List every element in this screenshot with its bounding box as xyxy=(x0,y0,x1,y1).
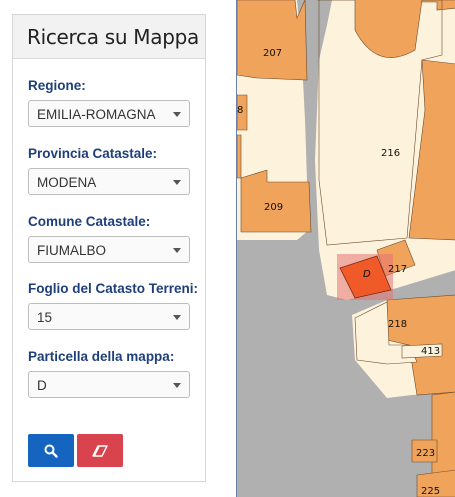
parcel-label-223: 223 xyxy=(416,448,435,459)
chevron-down-icon xyxy=(173,383,181,388)
parcel-label-216: 216 xyxy=(381,148,400,159)
cadastral-map[interactable]: 207 8 216 209 217 218 413 223 225 D xyxy=(236,0,455,497)
parcel-label-217: 217 xyxy=(388,264,407,275)
parcel-label-225: 225 xyxy=(421,486,440,497)
regione-select[interactable]: EMILIA-ROMAGNA xyxy=(28,100,190,127)
parcel-207-shape xyxy=(237,0,308,81)
parcel-label-207: 207 xyxy=(263,48,282,59)
foglio-value: 15 xyxy=(37,310,53,325)
regione-label: Regione: xyxy=(28,78,86,93)
panel-title: Ricerca su Mappa xyxy=(27,25,199,49)
search-icon xyxy=(44,444,58,458)
search-panel: Ricerca su Mappa Regione: EMILIA-ROMAGNA… xyxy=(12,14,206,482)
comune-value: FIUMALBO xyxy=(37,243,107,258)
parcel-label-209: 209 xyxy=(264,202,283,213)
comune-select[interactable]: FIUMALBO xyxy=(28,236,190,263)
particella-label: Particella della mappa: xyxy=(28,349,175,364)
parcel-label-413: 413 xyxy=(421,346,440,357)
chevron-down-icon xyxy=(173,248,181,253)
comune-label: Comune Catastale: xyxy=(28,214,151,229)
provincia-label: Provincia Catastale: xyxy=(28,146,158,161)
chevron-down-icon xyxy=(173,315,181,320)
clear-button[interactable] xyxy=(77,434,123,467)
provincia-value: MODENA xyxy=(37,175,97,190)
parcel-label-218: 218 xyxy=(388,319,407,330)
particella-select[interactable]: D xyxy=(28,371,190,398)
regione-value: EMILIA-ROMAGNA xyxy=(37,107,156,122)
parcel-label-8: 8 xyxy=(237,105,243,116)
foglio-select[interactable]: 15 xyxy=(28,303,190,330)
chevron-down-icon xyxy=(173,112,181,117)
panel-header: Ricerca su Mappa xyxy=(13,15,205,59)
chevron-down-icon xyxy=(173,180,181,185)
particella-value: D xyxy=(37,378,47,393)
foglio-label: Foglio del Catasto Terreni: xyxy=(28,281,199,296)
parcel-label-selected: D xyxy=(363,269,371,280)
map-canvas[interactable]: 207 8 216 209 217 218 413 223 225 D xyxy=(237,0,455,497)
search-button[interactable] xyxy=(28,434,74,467)
eraser-icon xyxy=(92,444,108,457)
provincia-select[interactable]: MODENA xyxy=(28,168,190,195)
